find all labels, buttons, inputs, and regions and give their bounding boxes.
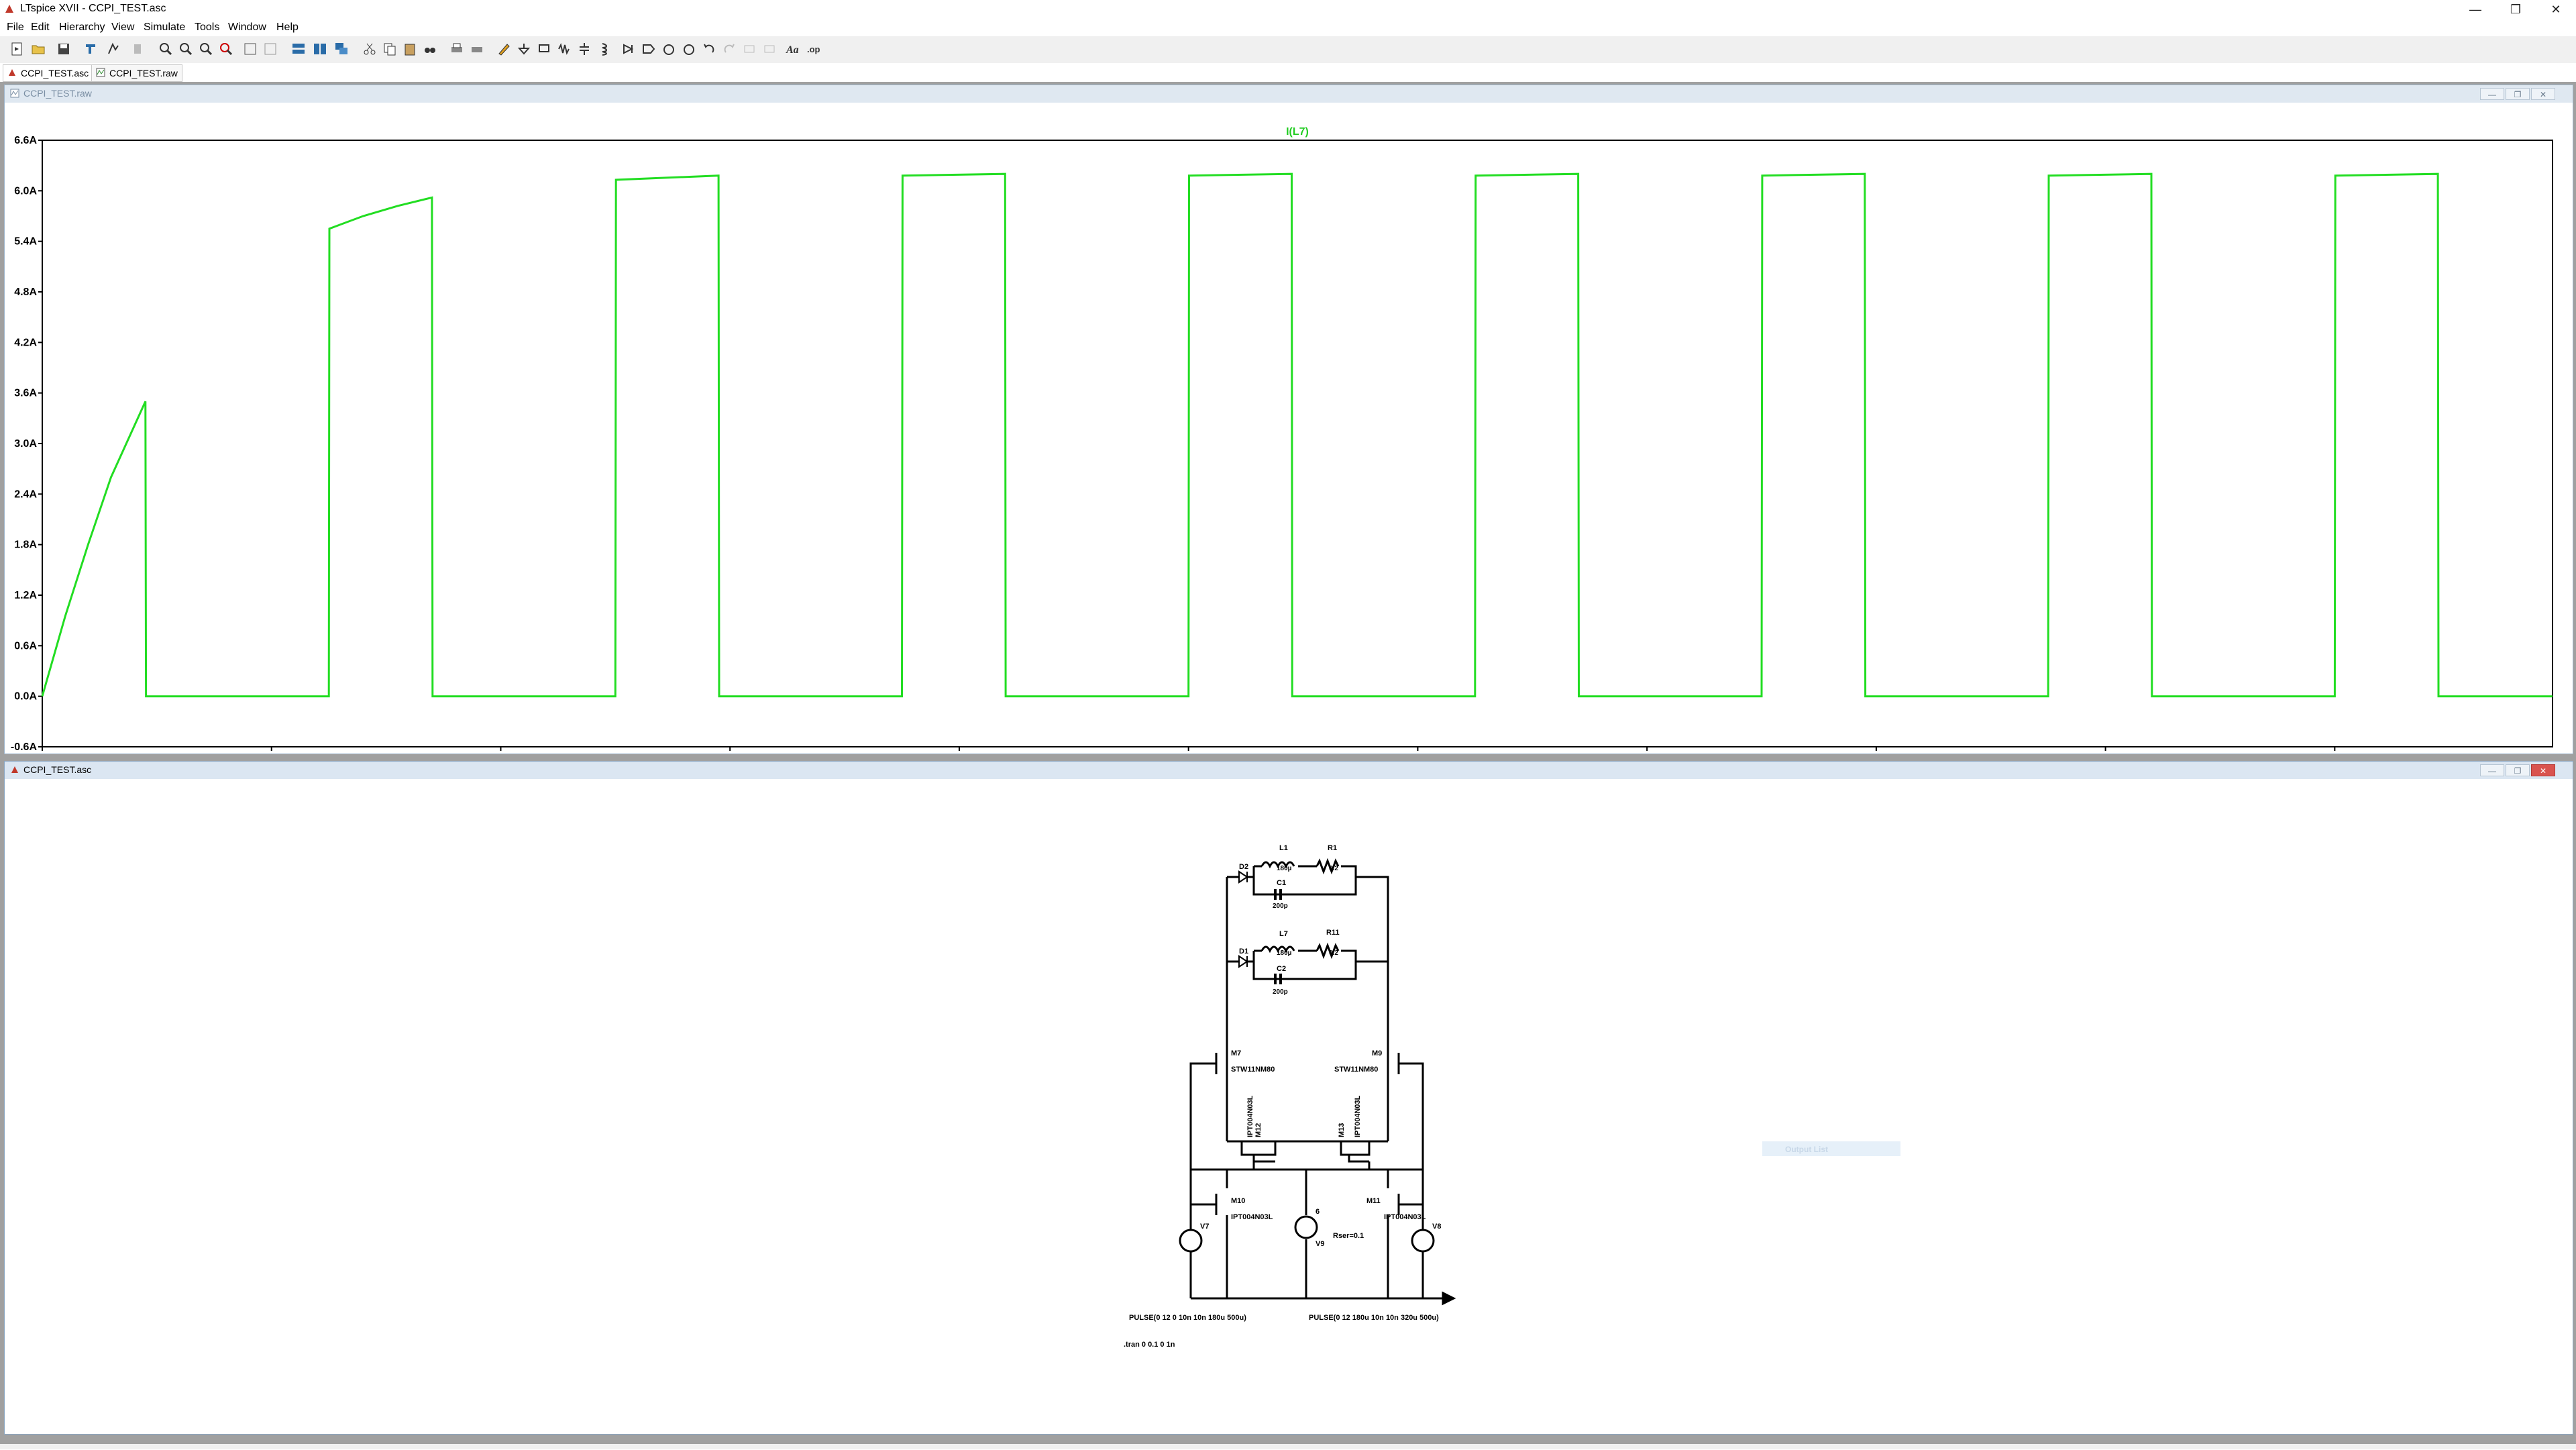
label-m11: M11 (1366, 1197, 1381, 1205)
value-l1: 180µ (1277, 865, 1292, 872)
voltage-source-v9[interactable] (1294, 1215, 1318, 1239)
label-v9: V9 (1316, 1240, 1324, 1248)
value-r1: 0.2 (1329, 865, 1338, 872)
label-l1: L1 (1279, 844, 1288, 852)
label-m13: M13 (1338, 1123, 1346, 1137)
label-d2: D2 (1239, 863, 1248, 871)
schematic-window: CCPI_TEST.asc — ❐ ✕ L1 180µ R1 0.2 C1 20… (4, 761, 2573, 1435)
part-m11: IPT004N03L (1384, 1213, 1426, 1221)
label-c1: C1 (1277, 879, 1286, 887)
voltage-source-v8[interactable] (1411, 1229, 1435, 1253)
label-m9: M9 (1372, 1049, 1382, 1057)
part-m12: IPT004N03L (1246, 1095, 1254, 1137)
label-v7: V7 (1200, 1223, 1209, 1231)
status-bar (0, 1444, 2576, 1449)
rser-v9: Rser=0.1 (1333, 1232, 1364, 1240)
part-m9: STW11NM80 (1334, 1066, 1378, 1074)
tran-directive[interactable]: .tran 0 0.1 0 1n (1124, 1341, 1175, 1349)
part-m7: STW11NM80 (1231, 1066, 1275, 1074)
part-m10: IPT004N03L (1231, 1213, 1273, 1221)
value-v9: 6 (1316, 1208, 1320, 1216)
dim-overlay-text: Output List (1785, 1145, 1828, 1154)
label-m7: M7 (1231, 1049, 1241, 1057)
label-m12: M12 (1254, 1123, 1263, 1137)
pulse-v8: PULSE(0 12 180u 10n 10n 320u 500u) (1309, 1314, 1439, 1322)
label-v8: V8 (1432, 1223, 1441, 1231)
voltage-source-v7[interactable] (1179, 1229, 1203, 1253)
label-d1: D1 (1239, 947, 1248, 955)
part-m13: IPT004N03L (1354, 1095, 1362, 1137)
diode-d1[interactable] (1238, 955, 1248, 968)
label-c2: C2 (1277, 965, 1286, 973)
value-r11: 0.2 (1329, 949, 1338, 957)
label-m10: M10 (1231, 1197, 1245, 1205)
pulse-v7: PULSE(0 12 0 10n 10n 180u 500u) (1129, 1314, 1246, 1322)
value-l7: 180µ (1277, 949, 1292, 957)
dim-overlay (1762, 1141, 1900, 1156)
label-l7: L7 (1279, 930, 1288, 938)
schematic-canvas[interactable]: L1 180µ R1 0.2 C1 200p D2 L7 180µ R11 0.… (1, 1, 2576, 1450)
value-c2: 200p (1273, 988, 1288, 996)
diode-d2[interactable] (1238, 870, 1248, 884)
value-c1: 200p (1273, 902, 1288, 910)
label-r11: R11 (1326, 929, 1340, 937)
label-r1: R1 (1328, 844, 1337, 852)
